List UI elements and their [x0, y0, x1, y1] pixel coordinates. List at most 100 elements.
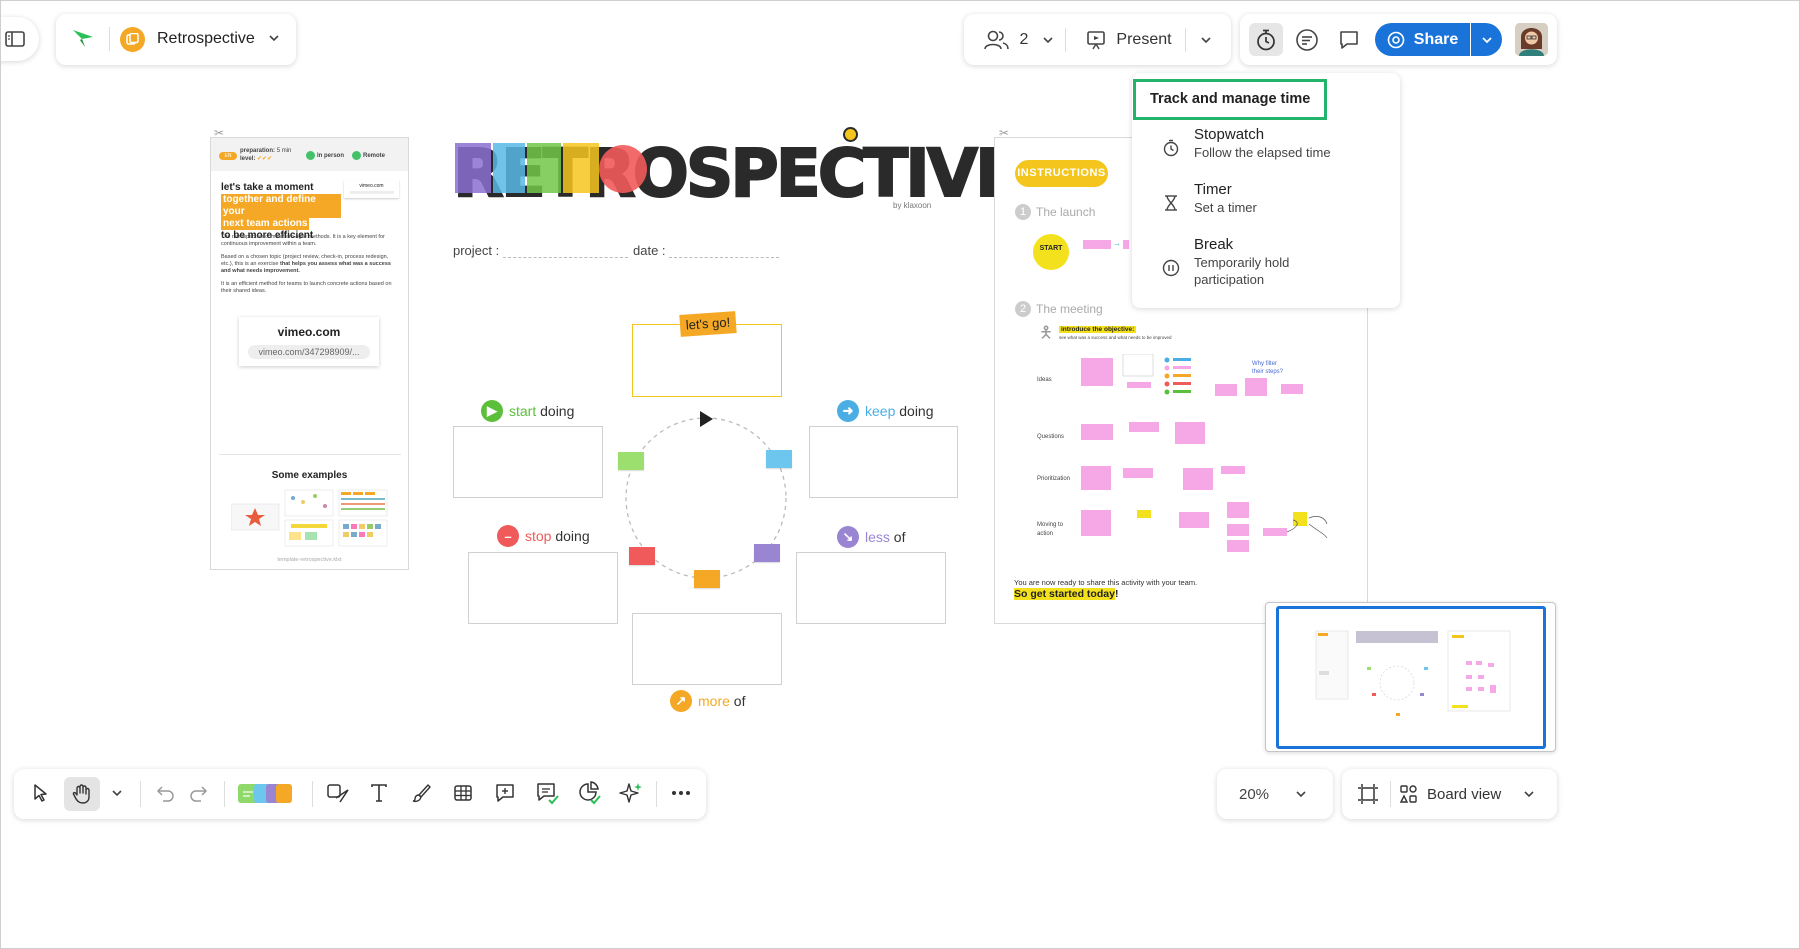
pause-icon	[1162, 248, 1180, 288]
preparation-value: 5 min	[276, 148, 292, 154]
chevron-down-icon[interactable]	[268, 32, 280, 44]
bottom-toolbar	[14, 769, 706, 819]
more-word: more	[698, 693, 730, 709]
select-tool[interactable]	[24, 769, 58, 817]
arrow-icon: →	[1113, 239, 1121, 248]
board-view-icon	[1400, 785, 1418, 803]
shapes-tool[interactable]	[320, 769, 356, 817]
less-of-zone[interactable]	[796, 552, 946, 624]
sparkles-icon	[619, 781, 643, 805]
stopwatch-menu-item[interactable]: Stopwatch Follow the elapsed time	[1132, 126, 1432, 161]
table-icon	[453, 783, 473, 803]
timer-menu-item[interactable]: Timer Set a timer	[1132, 181, 1432, 216]
person-icon: 🯅	[1039, 325, 1054, 342]
avatar[interactable]	[1515, 23, 1548, 56]
step-1-icon: 1	[1015, 204, 1031, 220]
stopwatch-label: Stopwatch	[1194, 126, 1265, 143]
retrospective-logo: RETROSPECTIVE by klaxoon	[449, 127, 1021, 213]
step-2-label: The meeting	[1036, 302, 1103, 316]
brush-icon	[411, 783, 431, 803]
board-view-card: Board view	[1342, 769, 1557, 819]
survey-tool[interactable]	[530, 769, 564, 817]
template-info-card: EN preparation: 5 min level: ✔✔✔ In pers…	[210, 137, 409, 570]
hand-tool[interactable]	[64, 777, 100, 811]
start-doing-zone[interactable]	[453, 426, 603, 498]
question-line-2: their steps?	[1252, 369, 1284, 375]
remote-label: Remote	[363, 153, 386, 159]
ideas-flow	[1081, 353, 1341, 524]
klaxoon-logo-icon[interactable]	[72, 28, 94, 48]
start-word: start	[509, 403, 537, 419]
list-circle-icon	[1295, 28, 1319, 52]
participants-count: 2	[1019, 30, 1029, 48]
timer-button[interactable]	[1249, 23, 1283, 56]
present-options-button[interactable]	[1188, 22, 1224, 57]
project-label: project :	[453, 243, 500, 258]
chevron-down-icon	[1042, 34, 1054, 46]
objective-sub: see what was a success and what needs to…	[1059, 335, 1172, 340]
sticky-notes-tool[interactable]	[234, 769, 300, 817]
break-menu-item[interactable]: Break Temporarily hold participation	[1132, 236, 1432, 288]
timer-menu: Track and manage time Stopwatch Follow t…	[1132, 73, 1400, 308]
board-type-icon	[120, 27, 145, 52]
lets-go-tag: let's go!	[679, 311, 737, 337]
redo-button[interactable]	[184, 769, 214, 817]
more-icon	[671, 790, 691, 796]
cycle-sticky[interactable]	[754, 544, 780, 562]
table-tool[interactable]	[446, 769, 480, 817]
start-sticker: START	[1033, 234, 1069, 270]
cycle-sticky[interactable]	[694, 570, 720, 588]
present-button[interactable]: Present	[1079, 22, 1179, 57]
arrow-up-right-icon: ↗	[670, 690, 692, 712]
chevron-down-icon	[1200, 34, 1212, 46]
project-field[interactable]: project :	[453, 243, 628, 258]
date-field[interactable]: date :	[633, 243, 780, 258]
stop-doing-zone[interactable]	[468, 552, 618, 624]
sidebar-toggle-button[interactable]	[1, 17, 39, 61]
more-of-word: of	[733, 693, 746, 709]
draw-tool[interactable]	[404, 769, 438, 817]
board-title[interactable]: Retrospective	[157, 30, 255, 48]
video-embed[interactable]: vimeo.com vimeo.com/347298909/...	[239, 317, 379, 366]
cycle-sticky[interactable]	[766, 450, 792, 468]
ai-tool[interactable]	[614, 769, 648, 817]
right-toolbar-card: Share	[1240, 14, 1557, 65]
frame-icon	[1357, 783, 1379, 805]
minimap[interactable]	[1265, 602, 1556, 752]
action-flow	[1081, 500, 1351, 560]
notes-button[interactable]	[1290, 23, 1324, 56]
share-button[interactable]: Share	[1375, 23, 1470, 56]
keep-doing-label: ➜ keep doing	[837, 400, 934, 422]
activity-tool[interactable]	[572, 769, 606, 817]
examples-title: Some examples	[271, 470, 348, 481]
logo-by: by klaxoon	[893, 201, 932, 210]
level-label: level:	[240, 156, 256, 162]
cycle-sticky[interactable]	[629, 547, 655, 565]
more-tools-button[interactable]	[664, 769, 698, 817]
text-tool[interactable]	[362, 769, 396, 817]
participants-button[interactable]: 2	[974, 22, 1064, 57]
share-options-button[interactable]	[1471, 23, 1502, 56]
undo-button[interactable]	[150, 769, 180, 817]
cycle-sticky[interactable]	[618, 452, 644, 470]
comments-button[interactable]	[1332, 23, 1366, 56]
comment-tool[interactable]	[488, 769, 522, 817]
get-started-text: So get started today	[1014, 588, 1115, 600]
chevron-down-icon	[1295, 788, 1307, 800]
keep-doing-zone[interactable]	[809, 426, 958, 498]
arrow-down-right-icon: ↘	[837, 526, 859, 548]
stop-doing-word: doing	[555, 528, 590, 544]
intro-heading-3: next team actions	[221, 218, 310, 230]
language-badge: EN	[219, 152, 237, 160]
board-view-button[interactable]: Board view	[1396, 777, 1546, 811]
presentation-icon	[1086, 30, 1106, 50]
sidebar-icon	[5, 31, 25, 47]
launch-sticky	[1123, 240, 1129, 249]
stopwatch-icon	[1255, 29, 1277, 51]
logo-text: RETROSPECTIVE	[452, 134, 1021, 213]
zoom-card[interactable]: 20%	[1217, 769, 1333, 819]
more-of-zone[interactable]	[632, 613, 782, 685]
navigation-options-button[interactable]	[106, 769, 128, 817]
stopwatch-description: Follow the elapsed time	[1194, 145, 1331, 160]
fit-to-screen-button[interactable]	[1352, 777, 1384, 811]
